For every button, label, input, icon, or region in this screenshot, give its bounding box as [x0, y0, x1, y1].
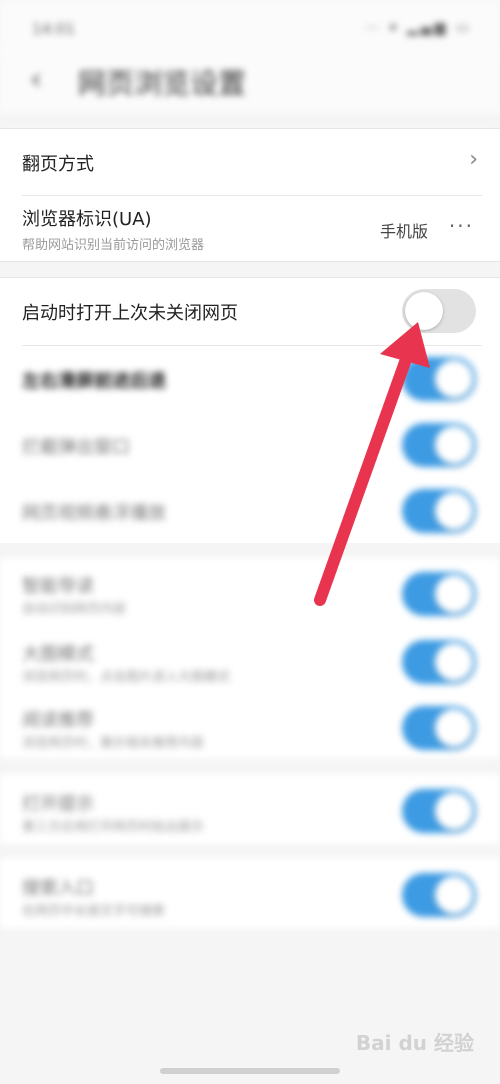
watermark-logo: Bai du 经验 — [355, 1031, 474, 1055]
annotation-arrow — [314, 322, 430, 606]
home-indicator[interactable] — [160, 1068, 340, 1074]
